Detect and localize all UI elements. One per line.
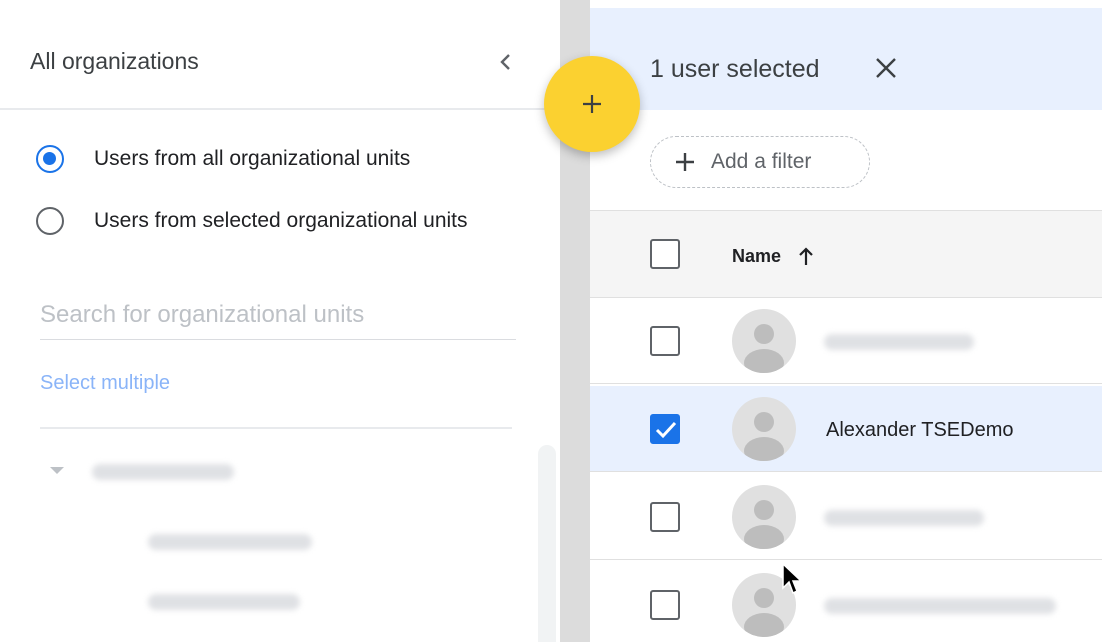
table-row[interactable] xyxy=(590,474,1102,560)
radio-button-unchecked[interactable] xyxy=(36,207,64,235)
plus-icon xyxy=(673,150,697,174)
row-checkbox[interactable] xyxy=(650,326,680,356)
check-icon xyxy=(655,421,677,439)
panel-title: All organizations xyxy=(30,48,199,74)
select-all-checkbox[interactable] xyxy=(650,239,680,269)
radio-label: Users from all organizational units xyxy=(94,147,411,170)
table-row[interactable] xyxy=(590,298,1102,384)
chevron-left-icon xyxy=(500,54,510,70)
column-label: Name xyxy=(732,245,782,266)
caret-down-icon[interactable] xyxy=(50,467,64,474)
arrow-up-icon xyxy=(795,245,817,267)
add-button[interactable] xyxy=(544,56,640,152)
row-checkbox-checked[interactable] xyxy=(650,414,680,444)
radio-button-checked[interactable] xyxy=(36,145,64,173)
divider xyxy=(40,427,512,429)
redacted-user-name xyxy=(824,598,1056,614)
add-filter-label: Add a filter xyxy=(711,150,812,173)
plus-icon xyxy=(583,95,601,113)
mouse-pointer-icon xyxy=(782,562,803,595)
add-filter-button[interactable]: Add a filter xyxy=(650,136,870,188)
radio-label: Users from selected organizational units xyxy=(94,209,468,232)
table-row[interactable] xyxy=(590,562,1102,642)
row-checkbox[interactable] xyxy=(650,590,680,620)
user-name[interactable]: Alexander TSEDemo xyxy=(826,419,1014,442)
redacted-org-unit[interactable] xyxy=(92,464,234,480)
org-unit-search-input[interactable] xyxy=(40,290,516,340)
redacted-org-unit[interactable] xyxy=(148,534,312,550)
radio-all-org-units[interactable]: Users from all organizational units xyxy=(36,141,410,177)
table-row[interactable]: Alexander TSEDemo xyxy=(590,386,1102,472)
close-icon xyxy=(876,58,896,78)
avatar xyxy=(732,309,796,373)
row-checkbox[interactable] xyxy=(650,502,680,532)
redacted-org-unit[interactable] xyxy=(148,594,300,610)
redacted-user-name xyxy=(824,510,984,526)
avatar xyxy=(732,485,796,549)
scrollbar[interactable] xyxy=(538,445,556,642)
selection-count: 1 user selected xyxy=(650,55,820,83)
users-panel: 1 user selected Add a filter Name Alexan… xyxy=(590,0,1102,642)
avatar xyxy=(732,397,796,461)
clear-selection-button[interactable] xyxy=(868,50,904,86)
organization-panel: All organizations Users from all organiz… xyxy=(0,0,560,642)
collapse-panel-button[interactable] xyxy=(488,44,524,80)
selection-bar: 1 user selected xyxy=(590,8,1102,110)
organization-panel-header: All organizations xyxy=(0,8,560,110)
table-header: Name xyxy=(590,210,1102,298)
admin-users-page: All organizations Users from all organiz… xyxy=(0,0,1102,642)
redacted-user-name xyxy=(824,334,974,350)
select-multiple-link[interactable]: Select multiple xyxy=(40,372,170,395)
radio-selected-org-units[interactable]: Users from selected organizational units xyxy=(36,203,468,239)
column-header-name[interactable]: Name xyxy=(732,241,817,271)
